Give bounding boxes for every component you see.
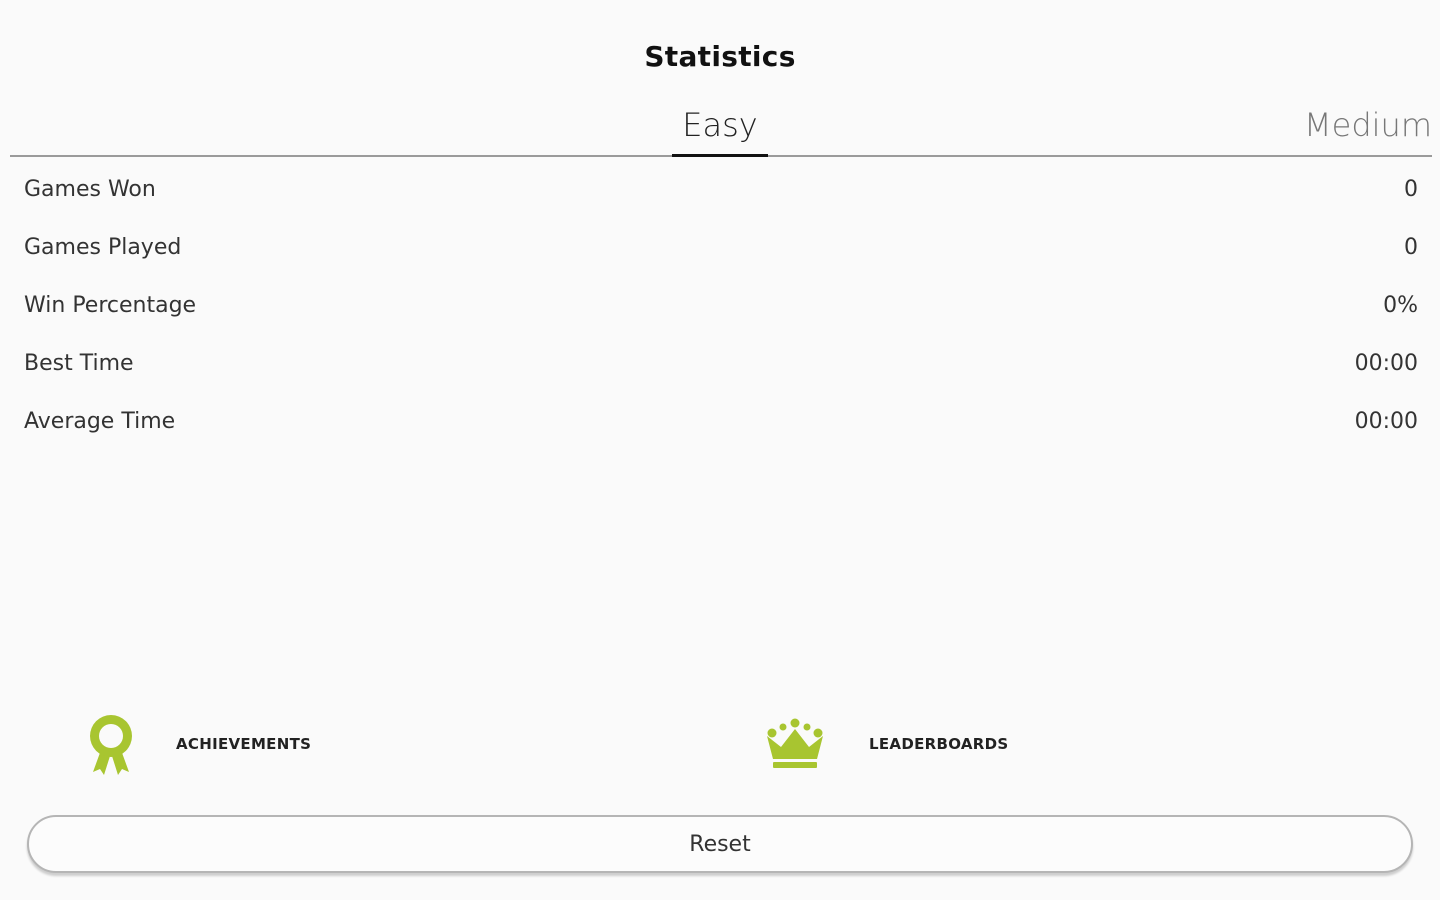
stat-value: 0% [1383, 292, 1418, 318]
stat-label: Games Won [24, 176, 156, 202]
stat-label: Win Percentage [24, 292, 197, 318]
stat-value: 0 [1404, 176, 1418, 202]
stat-row-win-percentage: Win Percentage 0% [24, 276, 1418, 334]
stat-row-games-won: Games Won 0 [24, 160, 1418, 218]
crown-icon [762, 712, 828, 776]
page-title: Statistics [644, 40, 796, 73]
tab-medium-label: Medium [1304, 106, 1432, 144]
achievements-button[interactable]: ACHIEVEMENTS [78, 712, 311, 776]
tab-easy-label: Easy [682, 106, 758, 144]
stat-row-best-time: Best Time 00:00 [24, 334, 1418, 392]
stat-row-games-played: Games Played 0 [24, 218, 1418, 276]
stat-label: Games Played [24, 234, 182, 260]
tab-medium[interactable]: Medium [1304, 106, 1432, 144]
achievements-label: ACHIEVEMENTS [176, 735, 312, 753]
leaderboards-button[interactable]: LEADERBOARDS [762, 712, 1008, 776]
award-ribbon-icon [78, 712, 144, 776]
stat-value: 00:00 [1354, 350, 1418, 376]
reset-button[interactable]: Reset [27, 815, 1413, 873]
stat-value: 00:00 [1354, 408, 1418, 434]
stats-list: Games Won 0 Games Played 0 Win Percentag… [24, 160, 1418, 450]
stat-row-average-time: Average Time 00:00 [24, 392, 1418, 450]
difficulty-tabs: Easy Medium [10, 100, 1432, 157]
stat-label: Best Time [24, 350, 134, 376]
stat-value: 0 [1404, 234, 1418, 260]
stat-label: Average Time [24, 408, 176, 434]
tab-selected-indicator [672, 154, 768, 157]
leaderboards-label: LEADERBOARDS [869, 735, 1009, 753]
tab-easy[interactable]: Easy [672, 106, 768, 157]
statistics-screen: Statistics Easy Medium Games Won 0 Games… [0, 0, 1440, 900]
